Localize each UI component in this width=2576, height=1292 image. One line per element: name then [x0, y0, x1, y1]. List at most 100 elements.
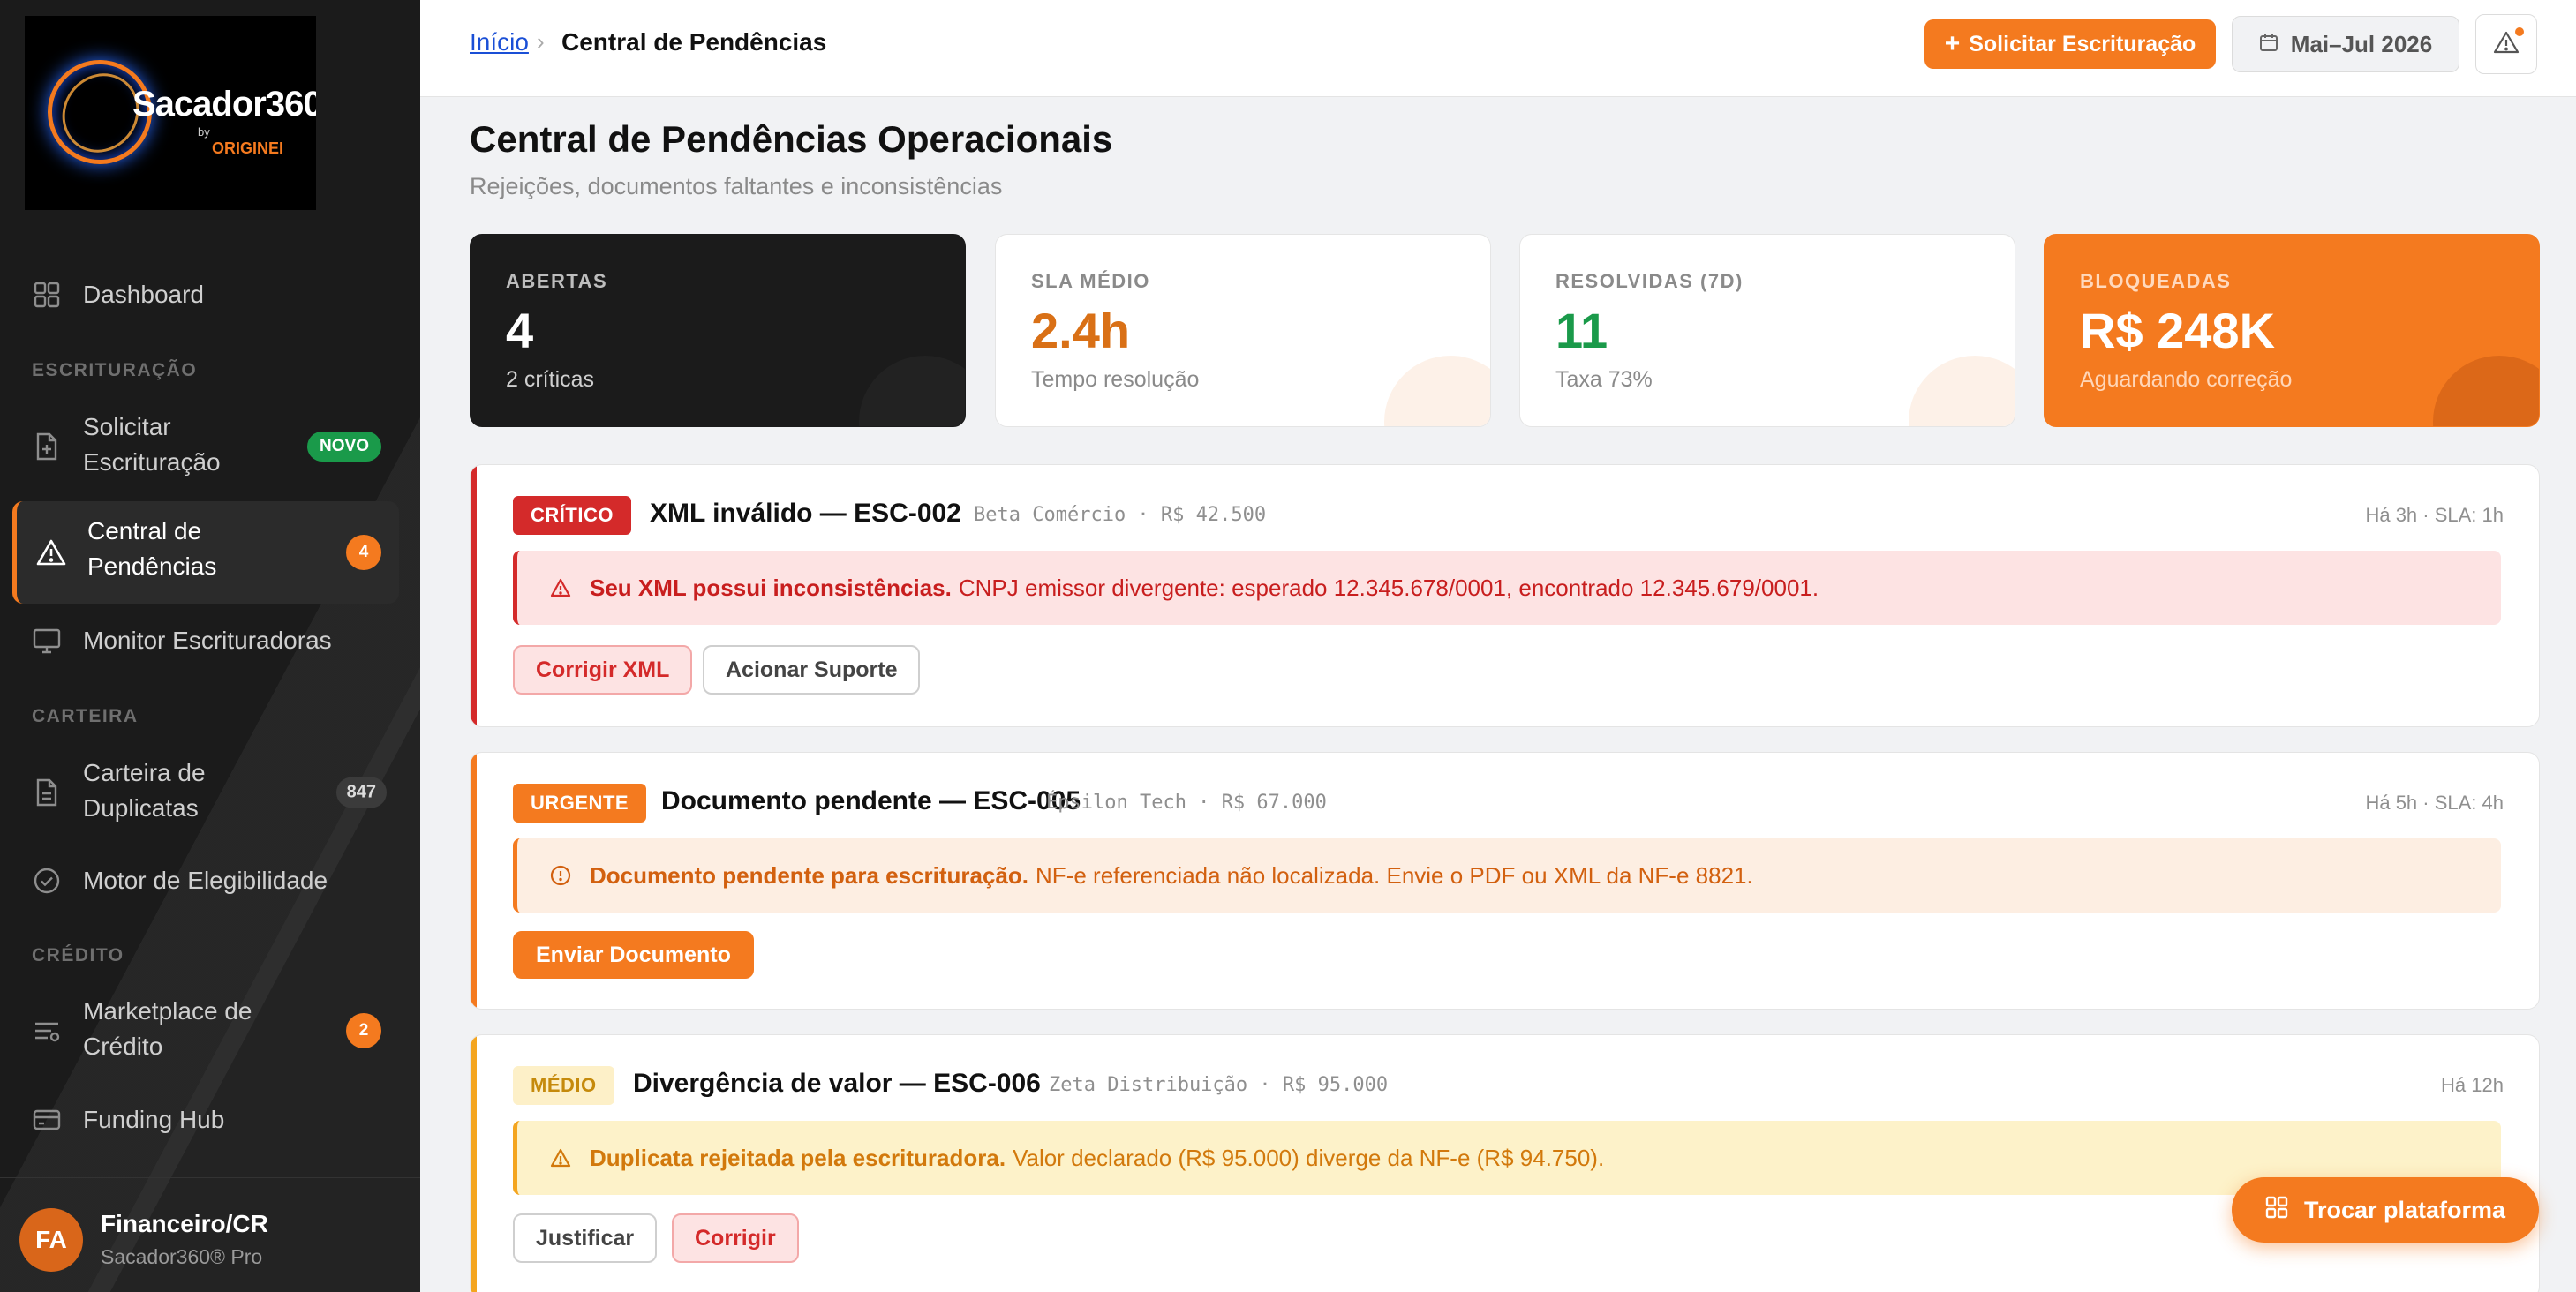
kpi-sub: Aguardando correção: [2080, 367, 2293, 392]
float-button-label: Trocar plataforma: [2303, 1196, 2506, 1223]
sidebar-item-funding-hub[interactable]: Funding Hub: [12, 1091, 399, 1149]
info-circle-icon: [549, 864, 572, 887]
sidebar-item-label: Motor de Elegibilidade: [83, 867, 328, 894]
alert-text: NF-e referenciada não localizada. Envie …: [1036, 861, 1753, 889]
severity-stripe: [471, 1035, 477, 1292]
kpi-sub: Taxa 73%: [1555, 367, 1653, 392]
grid-icon: [2265, 1196, 2288, 1225]
count-badge: 847: [335, 777, 387, 808]
alert-strong: Documento pendente para escrituração.: [590, 861, 1029, 889]
logo-by: by: [198, 125, 210, 139]
acionar-suporte-button[interactable]: Acionar Suporte: [703, 645, 921, 695]
kpi-value: 11: [1555, 303, 1608, 358]
warning-icon: [36, 537, 66, 567]
breadcrumb-separator: ›: [537, 28, 545, 55]
page-subtitle: Rejeições, documentos faltantes e incons…: [470, 173, 1003, 199]
card-time: Há 3h · SLA: 1h: [2365, 504, 2504, 526]
kpi-bloqueadas: BLOQUEADAS R$ 248K Aguardando correção: [2044, 234, 2540, 427]
kpi-value: 4: [506, 303, 534, 358]
pendencia-card-critico: CRÍTICO XML inválido — ESC-002 Beta Comé…: [470, 464, 2540, 727]
sidebar-item-monitor-escrituradoras[interactable]: Monitor Escrituradoras: [12, 612, 399, 670]
user-plan: Sacador360® Pro: [101, 1245, 263, 1268]
card-meta: Épsilon Tech · R$ 67.000: [1046, 792, 1327, 814]
new-badge: NOVO: [307, 432, 381, 462]
severity-tag: CRÍTICO: [513, 496, 631, 535]
logo[interactable]: Sacador360 by ORIGINEI: [25, 16, 316, 210]
sidebar-item-central-pendencias[interactable]: Central de Pendências 4: [12, 501, 399, 604]
count-badge: 2: [346, 1013, 381, 1048]
sidebar-item-label: Pendências: [87, 552, 217, 580]
alert-text: CNPJ emissor divergente: esperado 12.345…: [958, 574, 1819, 601]
plus-icon: +: [1944, 29, 1961, 58]
user-profile[interactable]: FA Financeiro/CR Sacador360® Pro: [0, 1177, 420, 1292]
kpi-abertas: ABERTAS 4 2 críticas: [470, 234, 966, 427]
logo-origin: ORIGINEI: [212, 139, 284, 157]
sidebar-item-motor-elegibilidade[interactable]: Motor de Elegibilidade: [12, 852, 399, 910]
section-label-escrituracao: ESCRITURAÇÃO: [32, 360, 198, 380]
card-meta: Beta Comércio · R$ 42.500: [974, 504, 1267, 526]
kpi-decoration: [859, 356, 965, 426]
request-escrituracao-button[interactable]: + Solicitar Escrituração: [1924, 19, 2216, 69]
card-title: Documento pendente — ESC-005: [661, 786, 1081, 815]
card-time: Há 5h · SLA: 4h: [2365, 792, 2504, 814]
warning-icon: [549, 1146, 572, 1169]
sidebar-item-label: Escrituração: [83, 448, 221, 476]
enviar-documento-button[interactable]: Enviar Documento: [513, 931, 754, 979]
kpi-label: RESOLVIDAS (7D): [1555, 270, 1744, 292]
kpi-decoration: [1384, 356, 1490, 426]
grid-icon: [32, 280, 62, 310]
document-icon: [32, 432, 62, 462]
date-range-label: Mai–Jul 2026: [2290, 30, 2433, 57]
avatar: FA: [19, 1208, 83, 1272]
breadcrumb-home-link[interactable]: Início: [470, 28, 529, 56]
monitor-icon: [32, 626, 62, 656]
sidebar-item-label: Crédito: [83, 1033, 163, 1060]
check-circle-icon: [32, 866, 62, 896]
card-time: Há 12h: [2441, 1074, 2504, 1096]
sidebar-item-label: Central de: [87, 517, 202, 545]
list-filter-icon: [32, 1016, 62, 1046]
alert-message: Duplicata rejeitada pela escrituradora. …: [513, 1121, 2501, 1195]
sidebar-item-marketplace-credito[interactable]: Marketplace de Crédito 2: [12, 990, 399, 1071]
kpi-label: SLA MÉDIO: [1031, 270, 1150, 292]
sidebar: Sacador360 by ORIGINEI Dashboard ESCRITU…: [0, 0, 420, 1292]
logo-text: Sacador360: [132, 85, 316, 124]
alerts-button[interactable]: [2475, 14, 2537, 74]
severity-tag: MÉDIO: [513, 1066, 614, 1105]
kpi-label: ABERTAS: [506, 270, 608, 292]
kpi-label: BLOQUEADAS: [2080, 270, 2232, 292]
sidebar-item-label: Duplicatas: [83, 794, 199, 822]
card-title: Divergência de valor — ESC-006: [633, 1069, 1041, 1098]
kpi-sla-medio: SLA MÉDIO 2.4h Tempo resolução: [995, 234, 1491, 427]
severity-tag: URGENTE: [513, 784, 647, 823]
kpi-resolvidas: RESOLVIDAS (7D) 11 Taxa 73%: [1519, 234, 2015, 427]
sidebar-item-label: Dashboard: [83, 281, 204, 308]
alert-text: Valor declarado (R$ 95.000) diverge da N…: [1013, 1144, 1605, 1171]
kpi-value: R$ 248K: [2080, 303, 2276, 358]
card-meta: Zeta Distribuição · R$ 95.000: [1049, 1074, 1389, 1096]
sidebar-item-label: Monitor Escrituradoras: [83, 627, 332, 654]
topbar: Início › Central de Pendências + Solicit…: [420, 0, 2576, 97]
card-title: XML inválido — ESC-002: [650, 499, 961, 528]
kpi-sub: Tempo resolução: [1031, 367, 1200, 392]
corrigir-button[interactable]: Corrigir: [672, 1213, 799, 1263]
breadcrumb-current: Central de Pendências: [561, 28, 827, 56]
trocar-plataforma-button[interactable]: Trocar plataforma: [2232, 1177, 2539, 1243]
pendencia-card-medio: MÉDIO Divergência de valor — ESC-006 Zet…: [470, 1034, 2540, 1292]
section-label-credito: CRÉDITO: [32, 945, 124, 965]
sidebar-item-solicitar-escrituracao[interactable]: Solicitar Escrituração NOVO: [12, 406, 399, 487]
alert-message: Seu XML possui inconsistências. CNPJ emi…: [513, 551, 2501, 625]
corrigir-xml-button[interactable]: Corrigir XML: [513, 645, 693, 695]
sidebar-item-carteira-duplicatas[interactable]: Carteira de Duplicatas 847: [12, 752, 399, 833]
calendar-icon: [2259, 31, 2278, 58]
file-icon: [32, 777, 62, 808]
date-range-picker[interactable]: Mai–Jul 2026: [2232, 16, 2459, 72]
severity-stripe: [471, 465, 477, 726]
sidebar-item-dashboard[interactable]: Dashboard: [12, 266, 399, 324]
justificar-button[interactable]: Justificar: [513, 1213, 658, 1263]
alert-message: Documento pendente para escrituração. NF…: [513, 838, 2501, 913]
alert-strong: Duplicata rejeitada pela escrituradora.: [590, 1144, 1006, 1171]
sidebar-item-label: Funding Hub: [83, 1106, 225, 1133]
kpi-sub: 2 críticas: [506, 367, 595, 392]
user-name: Financeiro/CR: [101, 1210, 268, 1237]
